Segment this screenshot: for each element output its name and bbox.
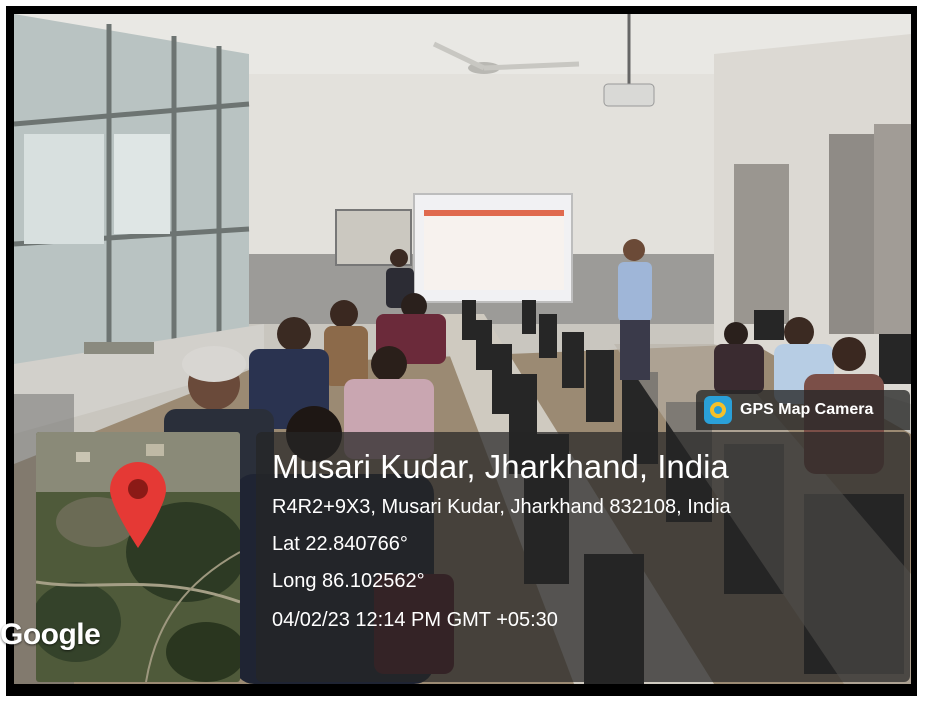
gps-map-camera-icon [704,396,732,424]
latitude-line: Lat 22.840766° [272,533,408,555]
gps-badge: GPS Map Camera [696,390,910,430]
datetime-line: 04/02/23 12:14 PM GMT +05:30 [272,609,558,631]
longitude-line: Long 86.102562° [272,570,425,592]
place-title: Musari Kudar, Jharkhand, India [272,448,729,485]
address-line: R4R2+9X3, Musari Kudar, Jharkhand 832108… [272,496,731,518]
gps-badge-label: GPS Map Camera [740,401,874,418]
location-pin-icon [110,462,166,548]
google-logo: Google [0,618,101,651]
